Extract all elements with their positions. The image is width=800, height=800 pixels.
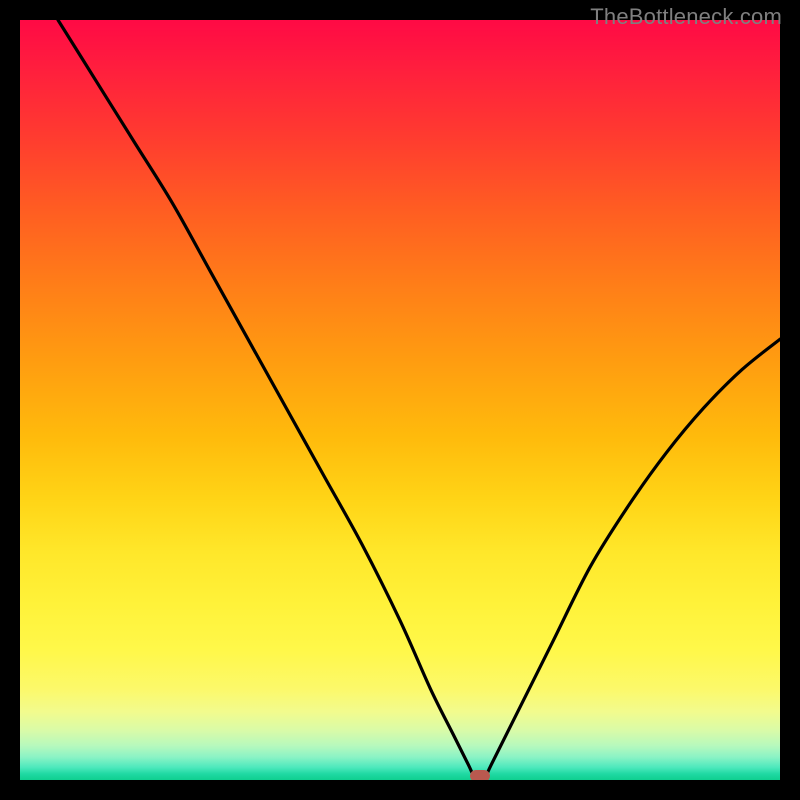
optimal-marker xyxy=(470,770,490,780)
plot-area xyxy=(20,20,780,780)
curve-svg xyxy=(20,20,780,780)
bottleneck-curve-path xyxy=(58,20,780,780)
chart-frame: TheBottleneck.com xyxy=(0,0,800,800)
watermark-text: TheBottleneck.com xyxy=(590,4,782,30)
